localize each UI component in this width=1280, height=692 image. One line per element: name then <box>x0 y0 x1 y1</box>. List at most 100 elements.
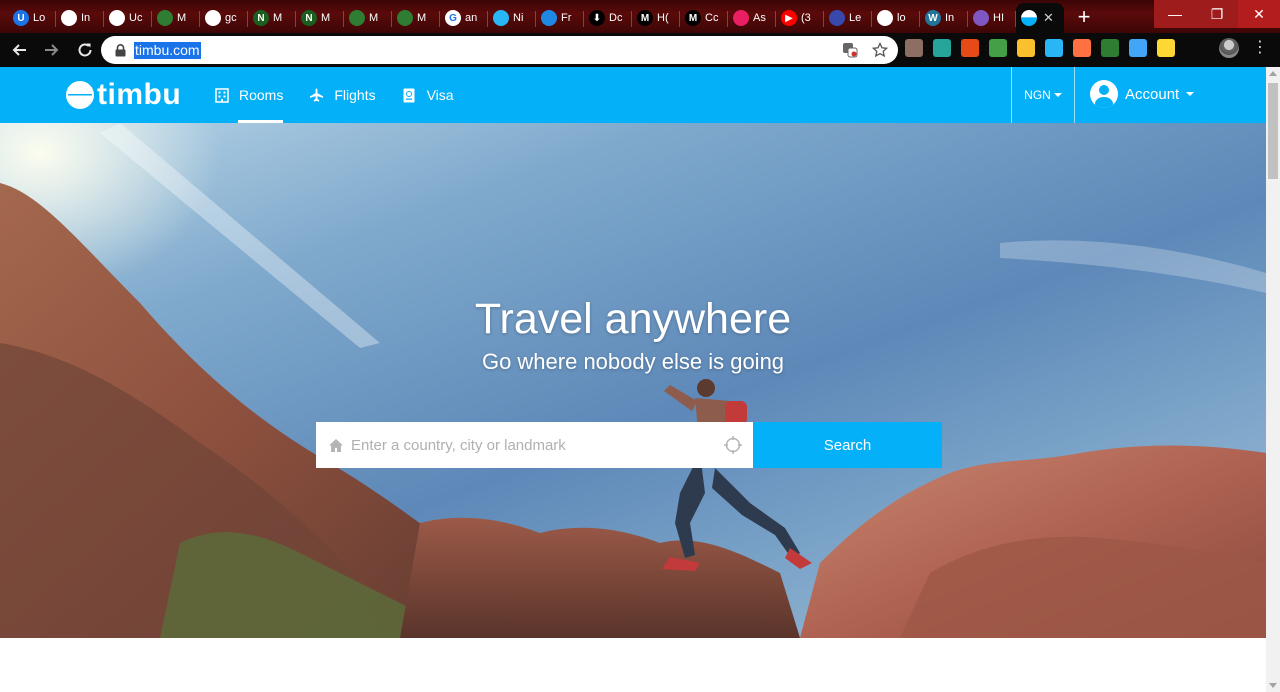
home-icon <box>328 437 344 453</box>
hero-subtitle: Go where nobody else is going <box>481 349 785 374</box>
tab-favicon-icon: ⬇ <box>589 10 605 26</box>
browser-tab[interactable]: M H( <box>632 3 680 33</box>
browser-tab[interactable]: HI <box>968 3 1016 33</box>
tab-title: gc <box>225 12 237 24</box>
page-scrollbar[interactable] <box>1266 67 1280 692</box>
scroll-down-arrow-icon[interactable] <box>1269 683 1277 688</box>
tab-favicon-icon: G <box>445 10 461 26</box>
extension-icon[interactable] <box>905 39 923 57</box>
browser-tab[interactable]: M Cc <box>680 3 728 33</box>
scroll-thumb[interactable] <box>1268 83 1278 179</box>
extension-icon[interactable] <box>989 39 1007 57</box>
close-tab-icon[interactable]: ✕ <box>1043 10 1054 26</box>
extension-icon[interactable] <box>1101 39 1119 57</box>
browser-tab[interactable]: As <box>728 3 776 33</box>
browser-tab[interactable]: W In <box>920 3 968 33</box>
nav-visa-label: Visa <box>426 87 454 103</box>
timbu-logo[interactable]: timbu <box>66 80 181 110</box>
hero-banner: Travel anywhere Go where nobody else is … <box>0 123 1266 638</box>
scroll-up-arrow-icon[interactable] <box>1269 71 1277 76</box>
browser-tab[interactable]: Gan <box>440 3 488 33</box>
page-content-below-hero <box>0 638 1266 692</box>
address-bar[interactable]: timbu.com <box>101 36 898 64</box>
tab-favicon-icon: N <box>301 10 317 26</box>
tab-favicon-icon <box>973 10 989 26</box>
extension-icon[interactable] <box>961 39 979 57</box>
tab-favicon-icon: M <box>637 10 653 26</box>
browser-tab[interactable]: Fr <box>536 3 584 33</box>
extension-icon[interactable] <box>1073 39 1091 57</box>
nav-flights[interactable]: Flights <box>309 67 376 123</box>
back-button[interactable] <box>5 36 33 64</box>
tab-title: lo <box>897 12 906 24</box>
tab-favicon-icon <box>493 10 509 26</box>
tab-favicon-icon: W <box>925 10 941 26</box>
active-browser-tab[interactable]: ✕ <box>1016 3 1064 33</box>
url-text[interactable]: timbu.com <box>134 41 201 59</box>
browser-toolbar: timbu.com ⋮ <box>0 33 1280 67</box>
tab-favicon-icon <box>829 10 845 26</box>
browser-tab[interactable]: M <box>344 3 392 33</box>
tab-title: Fr <box>561 12 572 24</box>
search-button[interactable]: Search <box>753 422 942 468</box>
building-icon <box>214 87 229 103</box>
tab-favicon-icon: ▶ <box>781 10 797 26</box>
account-menu[interactable]: Account <box>1090 80 1195 108</box>
new-tab-button[interactable]: + <box>1068 0 1100 33</box>
tab-title: M <box>417 12 427 24</box>
passport-icon <box>402 88 417 103</box>
tab-title: As <box>753 12 766 24</box>
nav-rooms-label: Rooms <box>239 87 284 103</box>
forward-button[interactable] <box>38 36 66 64</box>
tab-title: Uc <box>129 12 143 24</box>
currency-selector[interactable]: NGN <box>1011 67 1075 123</box>
tab-favicon-icon <box>349 10 365 26</box>
browser-tab[interactable]: In <box>56 3 104 33</box>
user-avatar-icon <box>1090 80 1118 108</box>
extension-icon[interactable] <box>933 39 951 57</box>
browser-tab[interactable]: Ni <box>488 3 536 33</box>
extension-icon[interactable] <box>1017 39 1035 57</box>
tab-title: HI <box>993 12 1004 24</box>
browser-tab[interactable]: NM <box>296 3 344 33</box>
browser-tab-strip: U Lo In Uc Mgc N M N M M M Gan Ni Fr ⬇ Dc M H(M Cc As ▶ (3 Le l… <box>0 0 1280 33</box>
extension-icon[interactable] <box>1129 39 1147 57</box>
tab-title: M <box>369 12 379 24</box>
extension-icon[interactable] <box>1157 39 1175 57</box>
minimize-button[interactable]: — <box>1154 0 1196 28</box>
tab-favicon-icon <box>205 10 221 26</box>
nav-visa[interactable]: Visa <box>402 67 454 123</box>
reload-icon <box>78 43 92 57</box>
tab-favicon-icon: N <box>253 10 269 26</box>
browser-tab[interactable]: gc <box>200 3 248 33</box>
hero-title: Travel anywhere <box>474 295 792 343</box>
translate-icon[interactable] <box>842 42 858 58</box>
window-controls: — ❐ ✕ <box>1154 0 1280 28</box>
caret-down-icon <box>1053 93 1062 97</box>
browser-tab[interactable]: M <box>152 3 200 33</box>
browser-tab[interactable]: NM <box>248 3 296 33</box>
logo-mark-icon <box>66 81 94 109</box>
arrow-left-icon <box>12 44 26 56</box>
reload-button[interactable] <box>71 36 99 64</box>
nav-rooms[interactable]: Rooms <box>214 67 284 123</box>
browser-tab[interactable]: ⬇ Dc <box>584 3 632 33</box>
browser-tab[interactable]: ▶ (3 <box>776 3 824 33</box>
browser-tab[interactable]: Uc <box>104 3 152 33</box>
browser-tab[interactable]: Le <box>824 3 872 33</box>
browser-menu-icon[interactable]: ⋮ <box>1252 38 1268 58</box>
browser-tab[interactable]: U Lo <box>8 3 56 33</box>
crosshair-locate-icon[interactable] <box>724 436 742 454</box>
tab-favicon-icon <box>1021 10 1037 26</box>
destination-input[interactable] <box>351 430 711 460</box>
close-window-button[interactable]: ✕ <box>1238 0 1280 28</box>
tab-favicon-icon <box>541 10 557 26</box>
browser-tab[interactable]: lo <box>872 3 920 33</box>
bookmark-star-icon[interactable] <box>872 42 888 58</box>
profile-avatar[interactable] <box>1219 38 1239 58</box>
tab-title: M <box>273 12 283 24</box>
browser-tab[interactable]: M <box>392 3 440 33</box>
tab-favicon-icon: U <box>13 10 29 26</box>
restore-button[interactable]: ❐ <box>1196 0 1238 28</box>
extension-icon[interactable] <box>1045 39 1063 57</box>
